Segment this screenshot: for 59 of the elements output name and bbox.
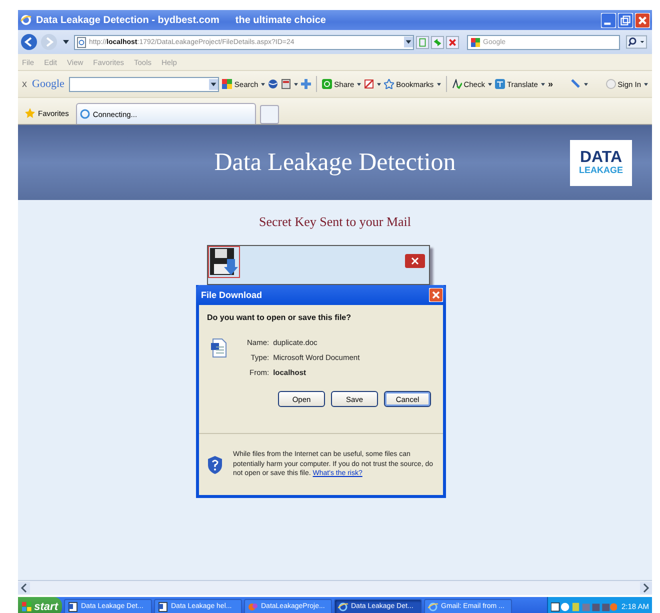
caret-icon[interactable] bbox=[540, 82, 545, 86]
caret-icon[interactable] bbox=[584, 82, 588, 86]
browser-icon bbox=[338, 602, 348, 612]
windows-logo-icon bbox=[22, 600, 32, 612]
caret-icon[interactable] bbox=[261, 82, 266, 86]
dropdown-icon[interactable] bbox=[209, 78, 218, 90]
notepad-icon[interactable] bbox=[281, 79, 292, 89]
caret-icon[interactable] bbox=[377, 82, 382, 86]
google-icon bbox=[471, 38, 480, 46]
browser-icon bbox=[20, 14, 32, 26]
close-button[interactable] bbox=[405, 254, 425, 268]
star-icon bbox=[384, 79, 394, 89]
window-subtitle: the ultimate choice bbox=[235, 14, 326, 26]
stop-icon[interactable] bbox=[446, 36, 459, 48]
horizontal-scrollbar[interactable] bbox=[18, 580, 652, 595]
share-icon bbox=[322, 79, 332, 89]
restore-button[interactable] bbox=[618, 12, 633, 28]
dialog-question: Do you want to open or save this file? bbox=[207, 313, 352, 322]
translate-icon bbox=[494, 79, 505, 89]
back-button[interactable] bbox=[20, 33, 38, 51]
google-logo: Google bbox=[32, 78, 64, 90]
star-icon bbox=[25, 108, 35, 118]
shield-icon bbox=[207, 454, 223, 474]
browser-icon bbox=[428, 602, 438, 612]
document-icon bbox=[158, 602, 168, 612]
dialog-title: File Download bbox=[201, 290, 262, 300]
search-button[interactable] bbox=[626, 35, 647, 49]
page-icon bbox=[77, 36, 86, 48]
more-button[interactable]: » bbox=[548, 79, 553, 89]
minimize-button[interactable] bbox=[601, 12, 616, 28]
page-heading: Data Leakage Detection bbox=[213, 148, 457, 176]
loading-icon bbox=[80, 109, 90, 119]
scroll-left-button[interactable] bbox=[18, 582, 30, 594]
download-icon bbox=[208, 246, 240, 278]
status-message: Secret Key Sent to your Mail bbox=[258, 214, 412, 230]
caret-icon[interactable] bbox=[436, 82, 441, 86]
close-button[interactable] bbox=[635, 12, 650, 28]
caret-icon[interactable] bbox=[644, 82, 648, 86]
tray-icons-drawing[interactable] bbox=[551, 602, 618, 612]
blocked-icon[interactable] bbox=[364, 79, 374, 89]
close-button[interactable] bbox=[429, 288, 443, 302]
caret-icon[interactable] bbox=[488, 82, 492, 86]
close-toolbar-button[interactable]: x bbox=[22, 78, 27, 90]
google-icon bbox=[222, 79, 232, 89]
globe-icon[interactable] bbox=[268, 79, 278, 89]
logo: DATA LEAKAGE bbox=[570, 140, 632, 186]
project-icon bbox=[248, 602, 258, 612]
toolbar-search-field[interactable] bbox=[69, 76, 220, 92]
dropdown-icon[interactable] bbox=[404, 36, 413, 48]
user-icon bbox=[606, 79, 616, 89]
scroll-right-button[interactable] bbox=[640, 582, 652, 594]
document-icon bbox=[68, 602, 78, 612]
caret-icon[interactable] bbox=[357, 82, 362, 86]
caret-icon[interactable] bbox=[294, 82, 298, 86]
window-title: Data Leakage Detection - bydbest.com bbox=[36, 14, 220, 26]
refresh-icon[interactable] bbox=[431, 36, 444, 48]
spellcheck-icon bbox=[452, 79, 462, 89]
caret-icon[interactable] bbox=[63, 40, 69, 44]
document-icon bbox=[211, 338, 227, 358]
